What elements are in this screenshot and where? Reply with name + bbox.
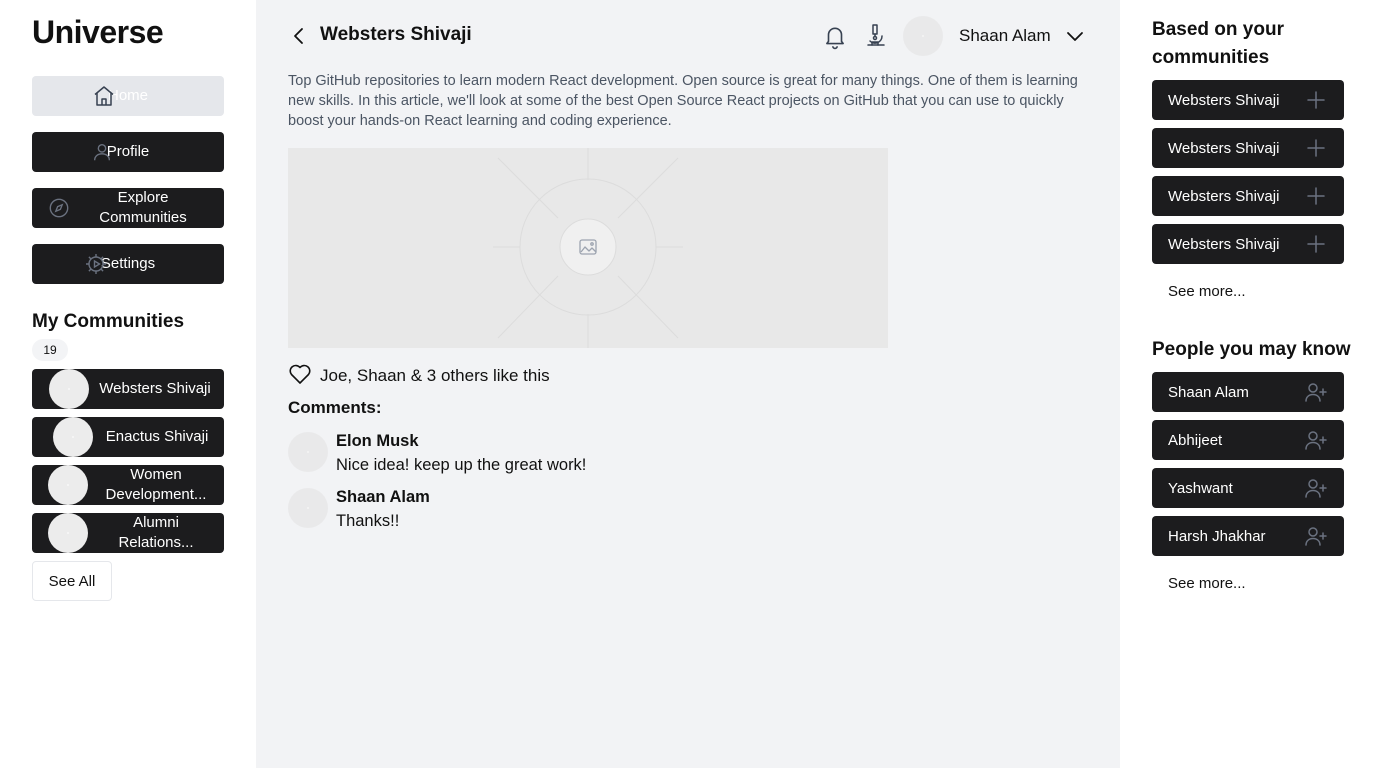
- compass-icon: [48, 197, 70, 219]
- right-sidebar: Based on your communities Websters Shiva…: [1120, 0, 1376, 768]
- post-title: Websters Shivaji: [320, 24, 472, 45]
- image-placeholder-graphic: [493, 148, 683, 348]
- community-item-women-development[interactable]: Women Development...: [32, 465, 224, 505]
- add-user-icon[interactable]: [1304, 524, 1328, 548]
- person-item[interactable]: Shaan Alam: [1152, 372, 1344, 412]
- nav-home-button[interactable]: Home: [32, 76, 224, 116]
- likes-text: Joe, Shaan & 3 others like this: [320, 366, 550, 385]
- community-item-websters-shivaji[interactable]: Websters Shivaji: [32, 369, 224, 409]
- people-you-may-know-title: People you may know: [1152, 339, 1351, 360]
- add-user-icon[interactable]: [1304, 476, 1328, 500]
- comment-text: Thanks!!: [336, 512, 400, 530]
- nav-explore-communities-button[interactable]: Explore Communities: [32, 188, 224, 228]
- commenter-name: Shaan Alam: [336, 488, 430, 506]
- suggested-community-label: Websters Shivaji: [1168, 91, 1280, 109]
- comment-item: Elon Musk Nice idea! keep up the great w…: [288, 432, 788, 480]
- see-all-button[interactable]: See All: [32, 561, 112, 601]
- suggested-community-item[interactable]: Websters Shivaji: [1152, 176, 1344, 216]
- community-label: Women Development...: [105, 466, 207, 503]
- commenter-avatar: [288, 432, 328, 472]
- community-avatar: [49, 369, 89, 409]
- suggested-community-label: Websters Shivaji: [1168, 139, 1280, 157]
- suggested-community-item[interactable]: Websters Shivaji: [1152, 80, 1344, 120]
- person-name: Harsh Jhakhar: [1168, 527, 1266, 545]
- suggested-community-item[interactable]: Websters Shivaji: [1152, 224, 1344, 264]
- plus-icon[interactable]: [1304, 136, 1328, 160]
- nav-explore-label: Explore Communities: [99, 189, 187, 226]
- comments-title: Comments:: [288, 398, 382, 417]
- nav-settings-label: Settings: [100, 255, 156, 272]
- person-item[interactable]: Harsh Jhakhar: [1152, 516, 1344, 556]
- person-item[interactable]: Yashwant: [1152, 468, 1344, 508]
- person-item[interactable]: Abhijeet: [1152, 420, 1344, 460]
- comment-item: Shaan Alam Thanks!!: [288, 488, 788, 536]
- my-communities-title: My Communities: [32, 311, 185, 332]
- community-label: Alumni Relations...: [118, 514, 194, 551]
- commenter-avatar: [288, 488, 328, 528]
- person-name: Shaan Alam: [1168, 383, 1249, 401]
- home-icon: [92, 84, 116, 108]
- gear-icon: [84, 252, 108, 276]
- post-image-placeholder: [288, 148, 888, 348]
- microscope-icon[interactable]: [864, 23, 888, 54]
- nav-profile-label: Profile: [106, 143, 150, 160]
- community-item-alumni-relations[interactable]: Alumni Relations...: [32, 513, 224, 553]
- user-icon: [91, 141, 113, 163]
- back-arrow-icon[interactable]: [292, 26, 308, 46]
- add-user-icon[interactable]: [1304, 428, 1328, 452]
- main-content: Websters Shivaji Shaan Alam Top GitHub r…: [256, 0, 1120, 768]
- communities-count-badge: 19: [32, 339, 68, 361]
- plus-icon[interactable]: [1304, 184, 1328, 208]
- add-user-icon[interactable]: [1304, 380, 1328, 404]
- user-avatar[interactable]: [903, 16, 943, 56]
- see-more-communities-link[interactable]: See more...: [1168, 283, 1246, 300]
- nav-profile-button[interactable]: Profile: [32, 132, 224, 172]
- commenter-name: Elon Musk: [336, 432, 419, 450]
- suggested-communities-title: Based on your communities: [1152, 19, 1284, 68]
- community-label: Enactus Shivaji: [105, 428, 209, 445]
- community-item-enactus-shivaji[interactable]: Enactus Shivaji: [32, 417, 224, 457]
- heart-icon[interactable]: [288, 363, 312, 390]
- plus-icon[interactable]: [1304, 88, 1328, 112]
- header-user-name[interactable]: Shaan Alam: [959, 26, 1051, 46]
- chevron-down-icon[interactable]: [1066, 28, 1084, 49]
- community-avatar: [53, 417, 93, 457]
- comment-text: Nice idea! keep up the great work!: [336, 456, 587, 474]
- person-name: Abhijeet: [1168, 431, 1223, 449]
- bell-icon[interactable]: [822, 24, 848, 55]
- see-more-people-link[interactable]: See more...: [1168, 575, 1246, 592]
- community-avatar: [48, 513, 88, 553]
- nav-settings-button[interactable]: Settings: [32, 244, 224, 284]
- community-label: Websters Shivaji: [99, 380, 211, 397]
- community-avatar: [48, 465, 88, 505]
- suggested-community-label: Websters Shivaji: [1168, 235, 1280, 253]
- left-sidebar: Universe Home Profile Explore Communitie…: [0, 0, 256, 768]
- suggested-community-item[interactable]: Websters Shivaji: [1152, 128, 1344, 168]
- suggested-community-label: Websters Shivaji: [1168, 187, 1280, 205]
- person-name: Yashwant: [1168, 479, 1233, 497]
- app-logo-title[interactable]: Universe: [32, 14, 164, 51]
- plus-icon[interactable]: [1304, 232, 1328, 256]
- likes-row: Joe, Shaan & 3 others like this: [288, 364, 550, 388]
- post-body-text: Top GitHub repositories to learn modern …: [288, 73, 1078, 129]
